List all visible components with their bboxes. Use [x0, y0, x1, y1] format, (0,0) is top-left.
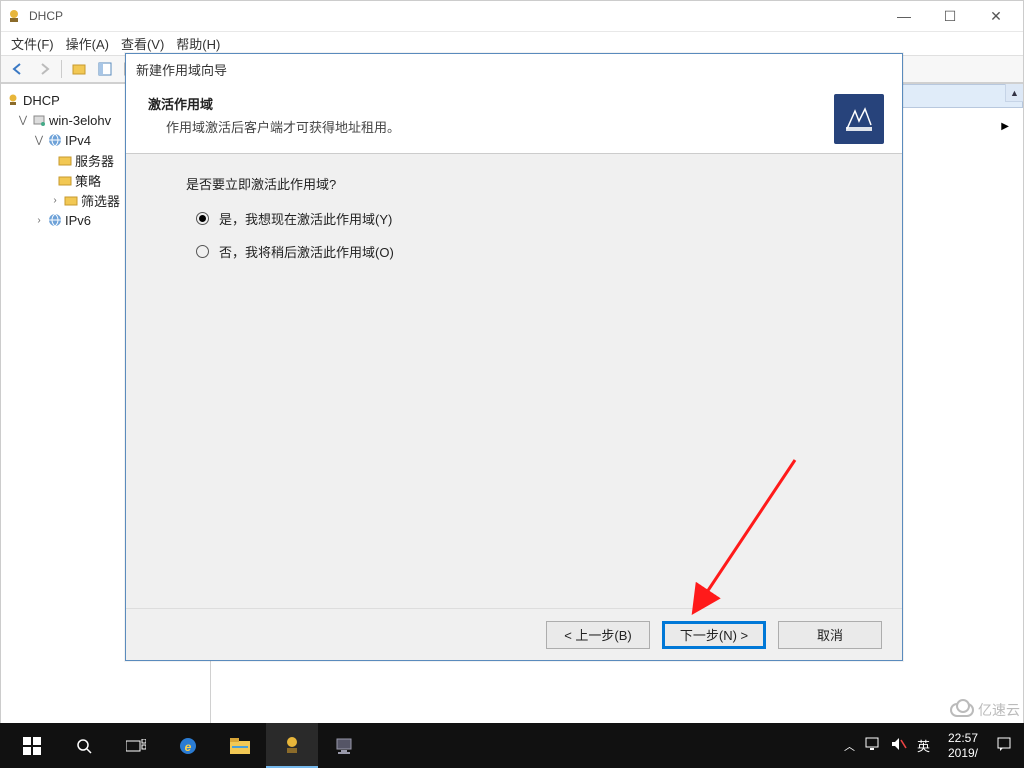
taskbar-server-manager[interactable] — [318, 723, 370, 768]
chevron-right-icon[interactable]: › — [49, 194, 61, 206]
maximize-button[interactable]: ☐ — [927, 1, 973, 31]
tree-label: DHCP — [23, 93, 60, 108]
tb-icon-2[interactable] — [94, 58, 116, 80]
radio-no-row[interactable]: 否，我将稍后激活此作用域(O) — [196, 242, 872, 261]
minimize-button[interactable]: — — [881, 1, 927, 31]
scroll-up-button[interactable]: ▲ — [1005, 84, 1023, 102]
back-label: < 上一步(B) — [564, 625, 632, 644]
back-button[interactable]: < 上一步(B) — [546, 621, 650, 649]
dialog-footer: < 上一步(B) 下一步(N) > 取消 — [126, 608, 902, 660]
chevron-right-icon[interactable]: › — [33, 214, 45, 226]
chevron-down-icon[interactable]: ⋁ — [17, 114, 29, 126]
next-button[interactable]: 下一步(N) > — [662, 621, 766, 649]
close-button[interactable]: ✕ — [973, 1, 1019, 31]
titlebar: DHCP — ☐ ✕ — [1, 1, 1023, 31]
tree-label: win-3elohv — [49, 113, 111, 128]
dialog-head-sub: 作用域激活后客户端才可获得地址租用。 — [148, 117, 834, 136]
server-icon — [31, 112, 47, 128]
volume-icon[interactable] — [891, 737, 907, 754]
radio-no-label: 否，我将稍后激活此作用域(O) — [219, 242, 394, 261]
tree-label: 策略 — [75, 171, 101, 190]
triangle-right-icon: ▶ — [1001, 121, 1009, 132]
cloud-icon — [950, 703, 974, 717]
cancel-button[interactable]: 取消 — [778, 621, 882, 649]
window-title: DHCP — [29, 9, 63, 23]
next-label: 下一步(N) > — [680, 625, 748, 644]
new-scope-wizard-dialog: 新建作用域向导 激活作用域 作用域激活后客户端才可获得地址租用。 是否要立即激活… — [125, 53, 903, 661]
task-view-button[interactable] — [110, 723, 162, 768]
taskbar: e ︿ 英 22:57 2019/ — [0, 723, 1024, 768]
start-button[interactable] — [6, 723, 58, 768]
separator — [61, 60, 62, 78]
taskbar-ie[interactable]: e — [162, 723, 214, 768]
radio-yes-row[interactable]: 是，我想现在激活此作用域(Y) — [196, 209, 872, 228]
menu-view[interactable]: 查看(V) — [121, 34, 164, 53]
svg-text:e: e — [185, 740, 192, 754]
menu-help[interactable]: 帮助(H) — [176, 34, 220, 53]
ipv4-icon — [47, 132, 63, 148]
tree-label: 服务器 — [75, 151, 114, 170]
scope-icon — [834, 94, 884, 144]
folder-icon — [57, 152, 73, 168]
tree-label: IPv4 — [65, 133, 91, 148]
radio-no[interactable] — [196, 245, 209, 258]
system-tray: ︿ 英 22:57 2019/ — [844, 731, 1018, 760]
radio-yes[interactable] — [196, 212, 209, 225]
dhcp-icon — [5, 92, 21, 108]
dialog-question: 是否要立即激活此作用域? — [186, 174, 872, 193]
taskbar-dhcp[interactable] — [266, 723, 318, 768]
ime-indicator[interactable]: 英 — [917, 736, 930, 755]
dialog-body: 是否要立即激活此作用域? 是，我想现在激活此作用域(Y) 否，我将稍后激活此作用… — [126, 154, 902, 608]
tree-label: IPv6 — [65, 213, 91, 228]
taskbar-clock[interactable]: 22:57 2019/ — [940, 731, 986, 760]
dialog-caption: 新建作用域向导 — [126, 54, 902, 84]
tb-icon-1[interactable] — [68, 58, 90, 80]
folder-icon — [63, 192, 79, 208]
dialog-head-title: 激活作用域 — [148, 97, 213, 112]
network-icon[interactable] — [865, 737, 881, 754]
back-button[interactable] — [7, 58, 29, 80]
watermark: 亿速云 — [950, 700, 1020, 720]
forward-button[interactable] — [33, 58, 55, 80]
search-button[interactable] — [58, 723, 110, 768]
watermark-text: 亿速云 — [978, 700, 1020, 720]
cancel-label: 取消 — [817, 625, 843, 644]
menubar: 文件(F) 操作(A) 查看(V) 帮助(H) — [1, 31, 1023, 55]
folder-icon — [57, 172, 73, 188]
taskbar-explorer[interactable] — [214, 723, 266, 768]
menu-file[interactable]: 文件(F) — [11, 34, 54, 53]
clock-date: 2019/ — [948, 746, 978, 760]
chevron-down-icon[interactable]: ⋁ — [33, 134, 45, 146]
tree-label: 筛选器 — [81, 191, 120, 210]
dhcp-icon — [5, 7, 23, 25]
dialog-header: 激活作用域 作用域激活后客户端才可获得地址租用。 — [126, 84, 902, 154]
clock-time: 22:57 — [948, 731, 978, 745]
radio-yes-label: 是，我想现在激活此作用域(Y) — [219, 209, 392, 228]
notifications-button[interactable] — [996, 736, 1012, 755]
ipv6-icon — [47, 212, 63, 228]
menu-action[interactable]: 操作(A) — [66, 34, 109, 53]
tray-chevron-up-icon[interactable]: ︿ — [844, 738, 855, 754]
